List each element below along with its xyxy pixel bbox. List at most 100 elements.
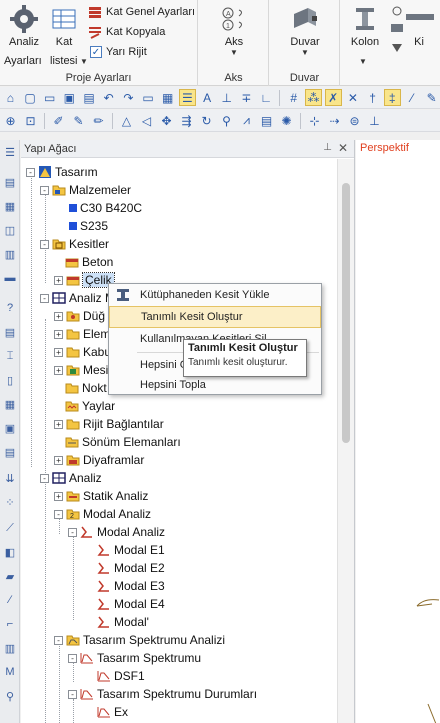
- snap-grid-icon[interactable]: ⁂: [305, 89, 322, 106]
- stair-icon[interactable]: ⌐: [2, 616, 18, 632]
- explode-icon[interactable]: ✺: [278, 112, 295, 129]
- list-icon[interactable]: ☰: [2, 144, 18, 160]
- snap-mid-icon[interactable]: ‡: [383, 89, 401, 106]
- shell-icon[interactable]: ◧: [2, 544, 18, 560]
- expand-icon[interactable]: +: [54, 275, 63, 285]
- extend-icon[interactable]: ⇢: [326, 112, 343, 129]
- tree-node-dsf1[interactable]: DSF1: [97, 667, 145, 685]
- tree-node-e4[interactable]: Modal E4: [97, 595, 165, 613]
- collapse-icon[interactable]: -: [54, 635, 63, 645]
- expand-icon[interactable]: +: [54, 311, 63, 321]
- search-icon[interactable]: ⚲: [2, 688, 18, 704]
- tree-node-beton[interactable]: Beton: [65, 253, 113, 271]
- marker-icon[interactable]: ✏: [90, 112, 107, 129]
- frame-icon[interactable]: ◫: [2, 222, 18, 238]
- expand-icon[interactable]: +: [54, 491, 63, 501]
- tree-node-ex[interactable]: Ex: [97, 703, 128, 721]
- hatch-icon[interactable]: #: [285, 89, 302, 106]
- mirror-icon[interactable]: ⚲: [218, 112, 235, 129]
- snap-corner-icon[interactable]: ∟: [258, 89, 275, 106]
- collapse-icon[interactable]: -: [54, 509, 63, 519]
- chevron-down-icon[interactable]: ▼: [301, 48, 309, 57]
- tree-node-modal-prime[interactable]: Modal': [97, 613, 149, 631]
- yari-rijit-checkbox[interactable]: ✓ Yarı Rijit: [90, 46, 147, 58]
- layer-icon[interactable]: ▤: [2, 174, 18, 190]
- table-icon[interactable]: ▦: [2, 396, 18, 412]
- tree-node-statik[interactable]: + Statik Analiz: [54, 487, 148, 505]
- save-as-icon[interactable]: ▤: [81, 89, 98, 106]
- collapse-icon[interactable]: -: [68, 653, 77, 663]
- kat-kopyala-button[interactable]: Kat Kopyala: [88, 25, 165, 39]
- tree-node-c30[interactable]: C30 B420C: [69, 199, 142, 217]
- menu-item-collapse-all[interactable]: Hepsini Topla: [109, 374, 321, 396]
- snap-ratio-icon[interactable]: ⁄: [404, 89, 421, 106]
- redo-icon[interactable]: ↷: [120, 89, 137, 106]
- chevron-down-icon[interactable]: ▼: [359, 57, 367, 66]
- tree-node-nokt[interactable]: Nokt: [65, 379, 107, 397]
- sheet-icon[interactable]: ▤: [2, 444, 18, 460]
- home-icon[interactable]: ⌂: [2, 89, 19, 106]
- scrollbar-thumb[interactable]: [342, 183, 350, 443]
- chevron-down-icon[interactable]: ▼: [230, 48, 238, 57]
- tree-node-e1[interactable]: Modal E1: [97, 541, 165, 559]
- beam-grid-icon[interactable]: ▥: [2, 246, 18, 262]
- tree-node-tasarim[interactable]: - Tasarım: [26, 163, 98, 181]
- trim-icon[interactable]: ⊹: [306, 112, 323, 129]
- tree-node-tsd[interactable]: - Tasarım Spektrumu Durumları: [68, 685, 257, 703]
- kat-genel-ayarlari-button[interactable]: Kat Genel Ayarları: [88, 5, 195, 19]
- snap-line-icon[interactable]: ✕: [345, 89, 362, 106]
- section-icon[interactable]: ⌶: [2, 348, 18, 364]
- kiris-button[interactable]: Ki: [406, 4, 434, 48]
- aks-button[interactable]: A1 Aks ▼: [205, 4, 263, 57]
- kolon-button[interactable]: Kolon: [345, 4, 385, 48]
- tree-node-yaylar[interactable]: Yaylar: [65, 397, 115, 415]
- pen-icon[interactable]: ✎: [70, 112, 87, 129]
- tree-node-analiz-m[interactable]: - Analiz M: [40, 289, 115, 307]
- collapse-icon[interactable]: -: [40, 185, 49, 195]
- draw-icon[interactable]: ✐: [50, 112, 67, 129]
- expand-icon[interactable]: +: [54, 329, 63, 339]
- new-file-icon[interactable]: ▢: [22, 89, 39, 106]
- copy-move-icon[interactable]: ⇶: [178, 112, 195, 129]
- tree-node-celik[interactable]: + Çelik: [54, 271, 115, 289]
- expand-icon[interactable]: +: [54, 347, 63, 357]
- tree-node-elem[interactable]: + Elem: [54, 325, 110, 343]
- close-icon[interactable]: ✕: [338, 141, 348, 155]
- doc-icon[interactable]: ▯: [2, 372, 18, 388]
- collapse-icon[interactable]: -: [68, 689, 77, 699]
- pin-icon[interactable]: ⊥: [323, 142, 332, 153]
- rotate-icon[interactable]: ↻: [198, 112, 215, 129]
- tree-node-kesitler[interactable]: - Kesitler: [40, 235, 109, 253]
- multi-icon[interactable]: M: [2, 664, 18, 680]
- text-icon[interactable]: A: [199, 89, 216, 106]
- expand-icon[interactable]: +: [54, 419, 63, 429]
- zoom-window-icon[interactable]: ⊡: [22, 112, 39, 129]
- tree-node-s235[interactable]: S235: [69, 217, 108, 235]
- stretch-icon[interactable]: ▤: [258, 112, 275, 129]
- tree-node-e2[interactable]: Modal E2: [97, 559, 165, 577]
- offset-icon[interactable]: ⊜: [346, 112, 363, 129]
- collapse-icon[interactable]: -: [40, 473, 49, 483]
- slab-icon[interactable]: ▦: [2, 198, 18, 214]
- grid-toggle-icon[interactable]: ☰: [179, 89, 196, 106]
- help-icon[interactable]: ?: [2, 300, 18, 316]
- snap-ortho-icon[interactable]: ✗: [324, 89, 342, 106]
- menu-item-create-defined-section[interactable]: Tanımlı Kesit Oluştur: [109, 306, 321, 328]
- break-icon[interactable]: ⊥: [366, 112, 383, 129]
- tree-node-e3[interactable]: Modal E3: [97, 577, 165, 595]
- angle-icon[interactable]: ◁: [138, 112, 155, 129]
- perspective-viewport[interactable]: Perspektif: [356, 140, 440, 723]
- print-icon[interactable]: ▦: [159, 89, 176, 106]
- tree-node-kabu[interactable]: + Kabu: [54, 343, 111, 361]
- floor-icon[interactable]: ▬: [2, 270, 18, 286]
- load-icon[interactable]: ⇊: [2, 470, 18, 486]
- nodes-icon[interactable]: ⁘: [2, 494, 18, 510]
- tree-node-modal[interactable]: - 2 Modal Analiz: [54, 505, 151, 523]
- tree-node-sonum[interactable]: Sönüm Elemanları: [65, 433, 181, 451]
- snap-parallel-icon[interactable]: ∓: [238, 89, 255, 106]
- array-icon[interactable]: ⩘: [238, 112, 255, 129]
- move-icon[interactable]: ✥: [158, 112, 175, 129]
- measure-icon[interactable]: △: [118, 112, 135, 129]
- collapse-icon[interactable]: -: [40, 239, 49, 249]
- save-icon[interactable]: ▣: [61, 89, 78, 106]
